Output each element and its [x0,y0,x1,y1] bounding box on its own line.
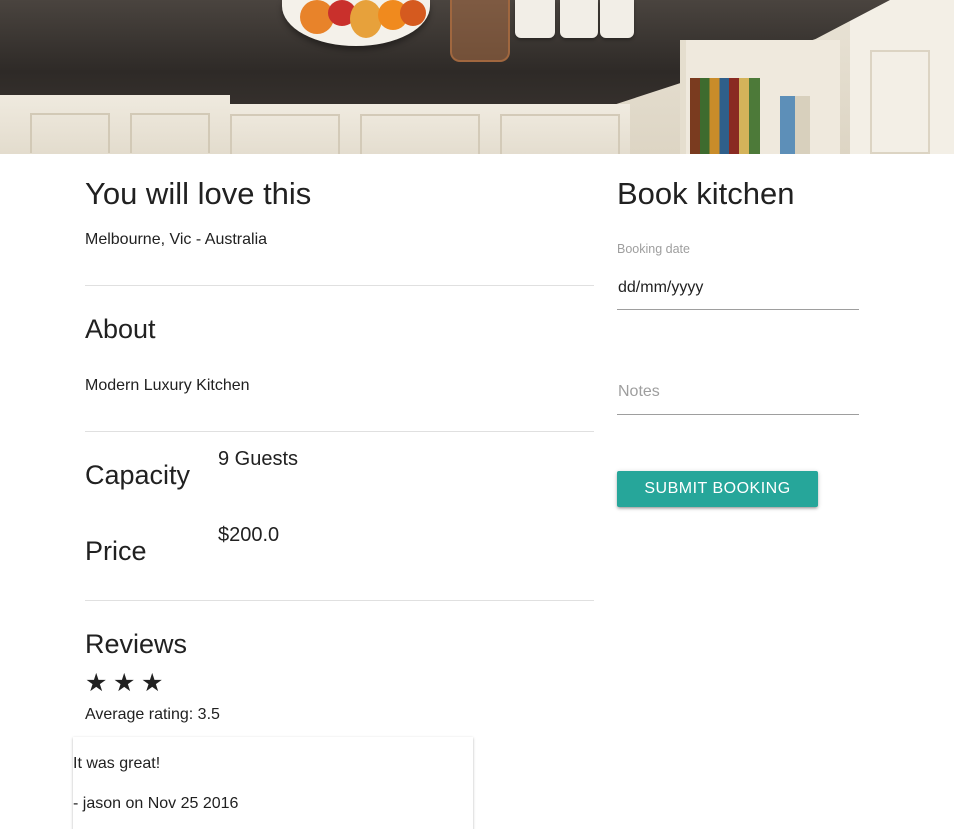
submit-booking-button[interactable]: SUBMIT BOOKING [617,471,818,507]
island-cabinet [230,104,630,154]
fruit [400,0,426,26]
star-icon: ★ [113,669,136,697]
star-icon: ★ [85,669,108,697]
fruit [350,0,382,38]
reviews-heading: Reviews [85,629,188,659]
divider [85,600,594,601]
capacity-value: 9 Guests [218,448,299,470]
rating-stars: ★ ★ ★ [85,669,164,697]
price-label: Price [85,536,147,566]
booking-date-label: Booking date [617,242,690,256]
price-value: $200.0 [218,524,280,546]
listing-title: You will love this [85,176,312,211]
capacity-label: Capacity [85,460,191,490]
booking-title: Book kitchen [617,176,795,211]
about-heading: About [85,314,156,344]
listing-location: Melbourne, Vic - Australia [85,231,268,248]
hero-image [0,0,954,154]
dish [560,0,598,38]
average-rating: Average rating: 3.5 [85,706,220,723]
jar [450,0,510,62]
star-icon: ★ [141,669,164,697]
review-card: It was great! - jason on Nov 25 2016 [73,737,473,829]
books [780,96,810,154]
wall-cabinet [850,0,954,154]
review-author: - jason on Nov 25 2016 [73,795,239,812]
cabinet-left [0,95,230,154]
about-description: Modern Luxury Kitchen [85,377,250,394]
notes-input[interactable] [617,370,859,415]
booking-date-input[interactable] [617,266,859,310]
dish [600,0,634,38]
books [690,78,760,154]
divider [85,285,594,286]
review-text: It was great! [73,755,161,772]
dish [515,0,555,38]
divider [85,431,594,432]
